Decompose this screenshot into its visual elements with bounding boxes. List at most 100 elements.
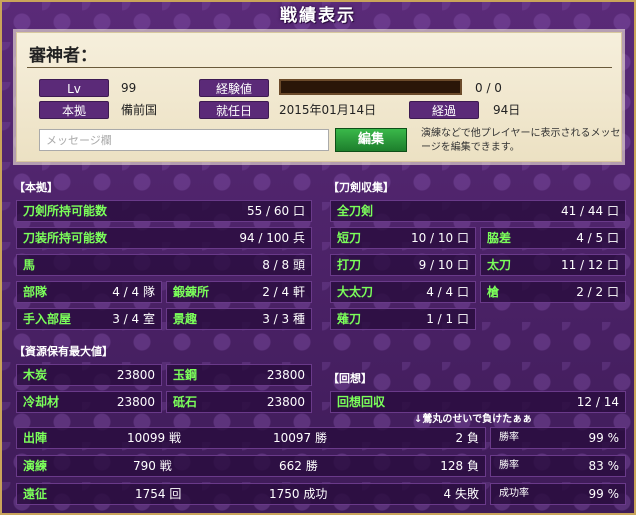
row-label: 木炭 — [23, 368, 48, 382]
row-label: 出陣 — [23, 431, 48, 445]
row-label: 玉鋼 — [173, 368, 198, 382]
level-value: 99 — [121, 81, 137, 95]
resource-steel: 玉鋼 23800 — [166, 364, 312, 386]
honkyo-row-horses: 馬 8 / 8 頭 — [16, 254, 312, 276]
loss-count: 128 負 — [440, 459, 479, 473]
battle-count: 790 戦 — [133, 459, 172, 473]
row-label: 遠征 — [23, 487, 48, 501]
elapsed-tag: 経過 — [409, 101, 479, 119]
row-label: 短刀 — [337, 231, 362, 245]
profile-panel: 審神者： Lv 99 経験値 0 / 0 本拠 備前国 就任日 2015年01月… — [16, 32, 622, 162]
base-value: 備前国 — [121, 103, 158, 117]
rate-label: 成功率 — [499, 488, 529, 499]
exp-value: 0 / 0 — [475, 81, 502, 95]
row-label: 回想回収 — [337, 395, 386, 409]
touken-row-naginata: 薙刀 1 / 1 口 — [330, 308, 476, 330]
battle-rate-expedition: 成功率 99 % — [490, 483, 626, 505]
row-value: 12 / 14 — [576, 395, 619, 409]
resource-charcoal: 木炭 23800 — [16, 364, 162, 386]
edit-note: 演練などで他プレイヤーに表示されるメッセージを編集できます。 — [421, 128, 621, 153]
elapsed-value: 94日 — [493, 103, 521, 117]
row-label: 脇差 — [487, 231, 512, 245]
row-value: 3 / 3 種 — [262, 312, 305, 326]
row-label: 砥石 — [173, 395, 198, 409]
row-label: 手入部屋 — [23, 312, 72, 326]
battle-record-window: 戦績表示 審神者： Lv 99 経験値 0 / 0 本拠 備前国 就任日 201… — [0, 0, 636, 515]
row-label: 鍛錬所 — [173, 285, 210, 299]
row-value: 23800 — [266, 395, 305, 409]
row-value: 2 / 4 軒 — [262, 285, 305, 299]
row-value: 8 / 8 頭 — [262, 258, 305, 272]
touken-row-wakizashi: 脇差 4 / 5 口 — [480, 227, 626, 249]
battle-row-expedition: 遠征 1754 回 1750 成功 4 失敗 — [16, 483, 486, 505]
row-label: 冷却材 — [23, 395, 60, 409]
row-value: 4 / 5 口 — [576, 231, 619, 245]
resource-coolant: 冷却材 23800 — [16, 391, 162, 413]
row-value: 23800 — [116, 395, 155, 409]
rate-label: 勝率 — [499, 432, 519, 443]
resource-whetstone: 砥石 23800 — [166, 391, 312, 413]
honkyo-row-units: 部隊 4 / 4 隊 — [16, 281, 162, 303]
row-value: 23800 — [266, 368, 305, 382]
success-count: 1750 成功 — [269, 487, 328, 501]
row-value: 2 / 2 口 — [576, 285, 619, 299]
battle-count: 10099 戦 — [127, 431, 181, 445]
row-label: 太刀 — [487, 258, 512, 272]
saniwa-name-label: 審神者： — [29, 46, 97, 66]
row-label: 部隊 — [23, 285, 48, 299]
honkyo-row-repair: 手入部屋 3 / 4 室 — [16, 308, 162, 330]
row-value: 94 / 100 兵 — [239, 231, 305, 245]
honkyo-row-equipment: 刀装所持可能数 94 / 100 兵 — [16, 227, 312, 249]
win-count: 10097 勝 — [273, 431, 327, 445]
level-tag: Lv — [39, 79, 109, 97]
failure-count: 4 失敗 — [443, 487, 479, 501]
row-label: 刀剣所持可能数 — [23, 204, 108, 218]
row-value: 41 / 44 口 — [560, 204, 619, 218]
honkyo-row-swords: 刀剣所持可能数 55 / 60 口 — [16, 200, 312, 222]
battle-rate-practice: 勝率 83 % — [490, 455, 626, 477]
row-label: 槍 — [487, 285, 500, 299]
row-label: 演練 — [23, 459, 48, 473]
rate-value: 99 % — [588, 431, 620, 445]
row-label: 薙刀 — [337, 312, 362, 326]
win-count: 662 勝 — [279, 459, 318, 473]
section-kaisou-header: 【回想】 — [328, 372, 372, 385]
rate-label: 勝率 — [499, 460, 519, 471]
touken-row-total: 全刀剣 41 / 44 口 — [330, 200, 626, 222]
divider — [27, 67, 612, 68]
handwritten-annotation: ↓鶯丸のせいで負けたぁぁ — [414, 414, 533, 425]
section-resources-header: 【資源保有最大値】 — [14, 345, 113, 358]
row-label: 刀装所持可能数 — [23, 231, 108, 245]
edit-button[interactable]: 編集 — [335, 128, 407, 152]
message-input[interactable] — [39, 129, 329, 151]
row-value: 4 / 4 隊 — [112, 285, 155, 299]
battle-rate-sortie: 勝率 99 % — [490, 427, 626, 449]
honkyo-row-forge: 鍛錬所 2 / 4 軒 — [166, 281, 312, 303]
row-label: 全刀剣 — [337, 204, 374, 218]
base-tag: 本拠 — [39, 101, 109, 119]
touken-row-tachi: 太刀 11 / 12 口 — [480, 254, 626, 276]
row-label: 大太刀 — [337, 285, 374, 299]
appointed-value: 2015年01月14日 — [279, 103, 377, 117]
row-label: 景趣 — [173, 312, 198, 326]
row-value: 11 / 12 口 — [560, 258, 619, 272]
exp-tag: 経験値 — [199, 79, 269, 97]
battle-row-sortie: 出陣 10099 戦 10097 勝 2 負 — [16, 427, 486, 449]
section-touken-header: 【刀剣収集】 — [328, 181, 394, 194]
row-value: 55 / 60 口 — [246, 204, 305, 218]
loss-count: 2 負 — [455, 431, 479, 445]
honkyo-row-scenery: 景趣 3 / 3 種 — [166, 308, 312, 330]
row-label: 馬 — [23, 258, 36, 272]
rate-value: 83 % — [588, 459, 620, 473]
exp-bar — [279, 79, 462, 95]
appointed-tag: 就任日 — [199, 101, 269, 119]
row-value: 1 / 1 口 — [426, 312, 469, 326]
row-label: 打刀 — [337, 258, 362, 272]
row-value: 10 / 10 口 — [410, 231, 469, 245]
rate-value: 99 % — [588, 487, 620, 501]
row-value: 9 / 10 口 — [418, 258, 469, 272]
row-value: 3 / 4 室 — [112, 312, 155, 326]
row-value: 4 / 4 口 — [426, 285, 469, 299]
touken-row-tantou: 短刀 10 / 10 口 — [330, 227, 476, 249]
window-title: 戦績表示 — [280, 6, 356, 26]
